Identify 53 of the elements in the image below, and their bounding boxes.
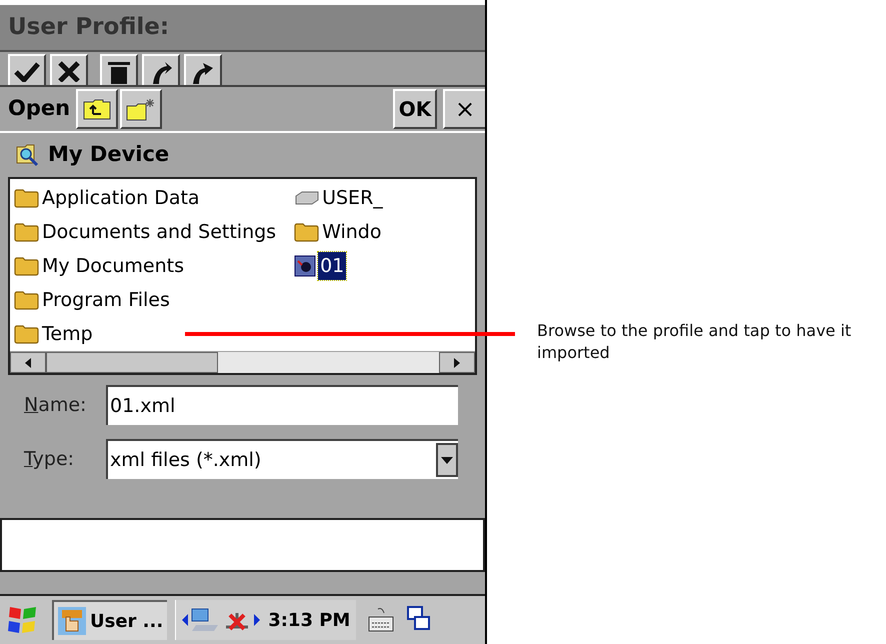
- folder-icon: [14, 290, 40, 310]
- folder-icon: [14, 188, 40, 208]
- new-folder-icon: [126, 97, 156, 121]
- annotation-text: Browse to the profile and tap to have it imported: [537, 320, 852, 364]
- folder-up-icon: [83, 98, 112, 120]
- network-icon[interactable]: [190, 607, 220, 633]
- x-icon: [57, 60, 81, 82]
- right-arrow-icon: [454, 358, 460, 368]
- caret-icon: [441, 456, 453, 464]
- close-button[interactable]: ×: [443, 89, 485, 129]
- folder-icon: [14, 222, 40, 242]
- file-list-item[interactable]: Temp: [14, 317, 276, 351]
- up-folder-button[interactable]: [76, 89, 118, 129]
- right-arrow-icon[interactable]: [254, 614, 260, 626]
- import-button[interactable]: [142, 54, 180, 85]
- file-list-item[interactable]: Windo: [294, 215, 383, 249]
- dropdown-button[interactable]: [436, 443, 458, 477]
- scroll-left-button[interactable]: [10, 352, 46, 373]
- window-title: User Profile:: [8, 13, 170, 42]
- left-arrow-icon[interactable]: [182, 614, 188, 626]
- location-label: My Device: [48, 141, 170, 168]
- folder-icon: [14, 256, 40, 276]
- folder-icon: [294, 222, 320, 242]
- folder-icon: [14, 324, 40, 344]
- file-list-item[interactable]: My Documents: [14, 249, 276, 283]
- check-icon: [14, 60, 40, 82]
- file-list-item[interactable]: USER_: [294, 181, 383, 215]
- cancel-button[interactable]: [50, 54, 88, 85]
- file-list-item[interactable]: Program Files: [14, 283, 276, 317]
- curved-arrow-icon: [191, 60, 215, 84]
- check-button[interactable]: [8, 54, 46, 85]
- export-button[interactable]: [184, 54, 222, 85]
- dialog-title: Open: [8, 95, 70, 122]
- left-arrow-icon: [25, 358, 31, 368]
- name-field[interactable]: 01.xml: [106, 385, 458, 425]
- file-icon: [294, 255, 316, 277]
- file-list-item[interactable]: 01: [294, 249, 383, 283]
- scroll-right-button[interactable]: [439, 352, 475, 373]
- ok-button[interactable]: OK: [393, 89, 437, 129]
- trash-icon: [106, 60, 132, 84]
- scroll-thumb[interactable]: [46, 352, 218, 373]
- hand-icon: [58, 607, 86, 635]
- folder-search-icon: [16, 143, 40, 167]
- new-folder-button[interactable]: [120, 89, 162, 129]
- task-button[interactable]: User ...: [52, 600, 168, 640]
- clock: 3:13 PM: [268, 608, 350, 632]
- file-list-item[interactable]: Documents and Settings: [14, 215, 276, 249]
- delete-button[interactable]: [100, 54, 138, 85]
- file-list-item[interactable]: Application Data: [14, 181, 276, 215]
- type-label: Type:: [24, 446, 76, 472]
- name-label: Name:: [24, 392, 88, 418]
- horizontal-scrollbar[interactable]: [10, 351, 475, 373]
- type-dropdown[interactable]: xml files (*.xml): [106, 439, 458, 479]
